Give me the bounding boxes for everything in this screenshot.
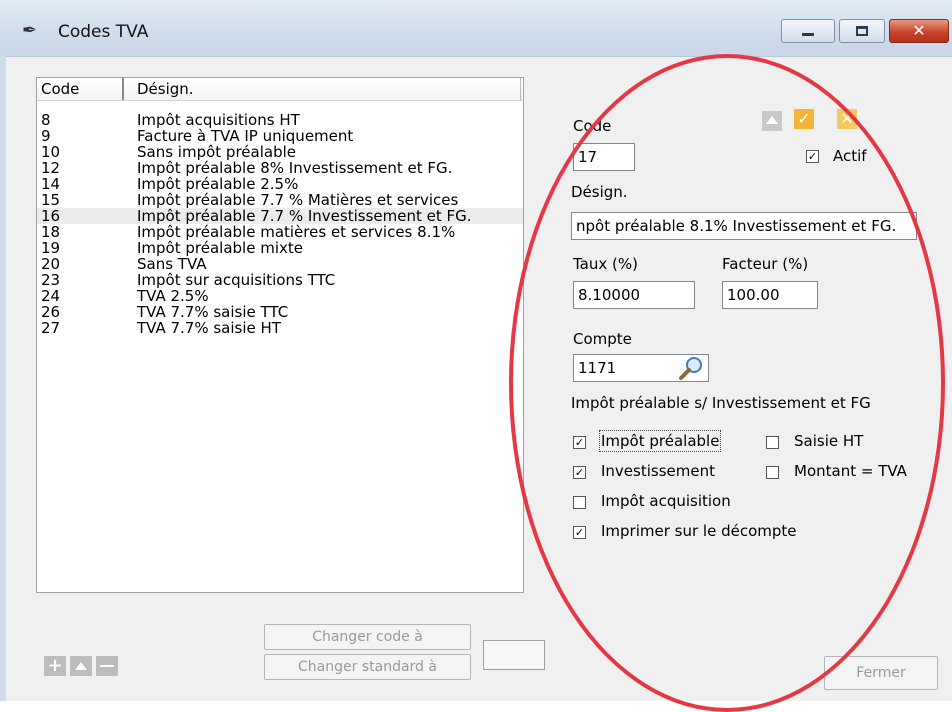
list-item[interactable]: 10 Sans impôt préalable xyxy=(37,144,523,160)
list-item-designation: Impôt préalable 2.5% xyxy=(137,175,299,193)
add-button[interactable]: + xyxy=(44,656,66,676)
minimize-button[interactable] xyxy=(781,19,835,43)
list-item[interactable]: 8 Impôt acquisitions HT xyxy=(37,112,523,128)
list-item[interactable]: 24 TVA 2.5% xyxy=(37,288,523,304)
list-item-designation: TVA 7.7% saisie TTC xyxy=(137,303,289,321)
list-item-designation: TVA 2.5% xyxy=(137,287,209,305)
list-item[interactable]: 12 Impôt préalable 8% Investissement et F… xyxy=(37,160,523,176)
list-item[interactable]: 14 Impôt préalable 2.5% xyxy=(37,176,523,192)
list-item-code: 8 xyxy=(41,111,51,129)
pen-icon: ✒ xyxy=(22,20,38,41)
list-item-code: 19 xyxy=(41,239,61,257)
list-header: Code Désign. xyxy=(37,78,523,101)
changer-standard-button[interactable]: Changer standard à xyxy=(264,654,471,680)
column-separator-end xyxy=(520,78,521,100)
list-item-designation: Impôt préalable matières et services 8.1… xyxy=(137,223,456,241)
list-item[interactable]: 23 Impôt sur acquisitions TTC xyxy=(37,272,523,288)
close-icon: ✕ xyxy=(912,21,926,40)
list-item-code: 9 xyxy=(41,127,51,145)
column-header-designation[interactable]: Désign. xyxy=(137,80,194,98)
list-item[interactable]: 18 Impôt préalable matières et services 8… xyxy=(37,224,523,240)
list-item[interactable]: 27 TVA 7.7% saisie HT xyxy=(37,320,523,336)
changer-code-button[interactable]: Changer code à xyxy=(264,624,471,650)
changer-value-field[interactable] xyxy=(483,640,545,670)
title-bar[interactable]: ✒ Codes TVA ✕ xyxy=(0,0,952,57)
column-header-code[interactable]: Code xyxy=(41,80,79,98)
list-item-code: 24 xyxy=(41,287,61,305)
list-item-code: 27 xyxy=(41,319,61,337)
list-item-designation: Sans TVA xyxy=(137,255,207,273)
list-item[interactable]: 19 Impôt préalable mixte xyxy=(37,240,523,256)
list-item[interactable]: 9 Facture à TVA IP uniquement xyxy=(37,128,523,144)
list-item-designation: TVA 7.7% saisie HT xyxy=(137,319,281,337)
list-item-code: 14 xyxy=(41,175,61,193)
list-item[interactable]: 20 Sans TVA xyxy=(37,256,523,272)
list-item-designation: Impôt sur acquisitions TTC xyxy=(137,271,336,289)
remove-button[interactable] xyxy=(96,656,118,676)
list-item[interactable]: 15 Impôt préalable 7.7 % Matières et serv… xyxy=(37,192,523,208)
minimize-icon xyxy=(802,33,814,36)
codes-tva-window: ✒ Codes TVA ✕ Code Désign. 8 Impôt acquis… xyxy=(0,0,952,712)
list-item-code: 26 xyxy=(41,303,61,321)
list-item-designation: Impôt préalable 7.7 % Investissement et … xyxy=(137,207,472,225)
list-item-code: 23 xyxy=(41,271,61,289)
plus-icon: + xyxy=(47,655,63,676)
window-left-edge xyxy=(0,56,6,701)
window-title: Codes TVA xyxy=(58,22,149,42)
list-item-designation: Impôt préalable mixte xyxy=(137,239,303,257)
list-item-code: 16 xyxy=(41,207,61,225)
list-item-code: 15 xyxy=(41,191,61,209)
close-button[interactable]: ✕ xyxy=(889,19,949,43)
list-item-designation: Impôt acquisitions HT xyxy=(137,111,300,129)
list-item-designation: Impôt préalable 8% Investissement et FG. xyxy=(137,159,453,177)
column-separator[interactable] xyxy=(122,78,124,100)
list-item-code: 12 xyxy=(41,159,61,177)
list-item[interactable]: 26 TVA 7.7% saisie TTC xyxy=(37,304,523,320)
list-item[interactable]: 16 Impôt préalable 7.7 % Investissement e… xyxy=(37,208,523,224)
list-item-designation: Sans impôt préalable xyxy=(137,143,296,161)
list-item-code: 10 xyxy=(41,143,61,161)
list-item-designation: Facture à TVA IP uniquement xyxy=(137,127,354,145)
minus-icon xyxy=(100,665,114,667)
list-item-designation: Impôt préalable 7.7 % Matières et servic… xyxy=(137,191,459,209)
list-item-code: 20 xyxy=(41,255,61,273)
move-up-list-button[interactable] xyxy=(70,656,92,676)
annotation-ring xyxy=(509,54,945,712)
arrow-up-icon xyxy=(75,662,87,670)
maximize-icon xyxy=(856,26,868,36)
list-item-code: 18 xyxy=(41,223,61,241)
codes-list[interactable]: Code Désign. 8 Impôt acquisitions HT 9 Fact… xyxy=(36,77,524,593)
maximize-button[interactable] xyxy=(839,19,885,43)
